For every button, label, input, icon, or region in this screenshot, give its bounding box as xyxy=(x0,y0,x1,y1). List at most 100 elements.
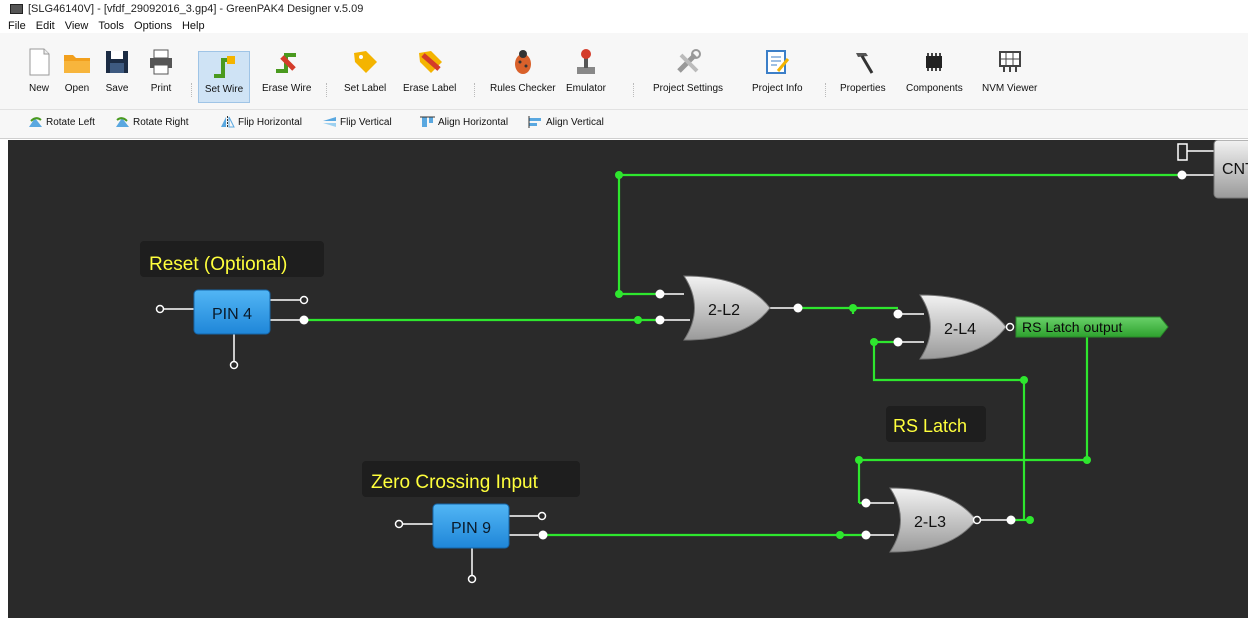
pin4-bottom-port[interactable] xyxy=(229,360,239,370)
menu-edit[interactable]: Edit xyxy=(36,20,55,32)
erase-label-label: Erase Label xyxy=(403,83,457,94)
rotate-left-button[interactable]: Rotate Left xyxy=(28,116,95,128)
project-settings-label: Project Settings xyxy=(653,83,724,94)
document-edit-icon xyxy=(762,47,792,77)
align-vertical-label: Align Vertical xyxy=(546,116,604,128)
cnt-block[interactable]: CNT xyxy=(1177,140,1248,199)
save-button[interactable]: Save xyxy=(102,47,132,94)
hammer-icon xyxy=(848,47,878,77)
pin9-output-port-a[interactable] xyxy=(537,511,547,521)
project-info-label: Project Info xyxy=(752,83,803,94)
print-button[interactable]: Print xyxy=(146,47,176,94)
pin4-output-port-b[interactable] xyxy=(299,315,309,325)
flip-vertical-button[interactable]: Flip Vertical xyxy=(322,116,392,128)
gate-2-l4[interactable]: 2-L4 xyxy=(893,294,1015,360)
save-icon xyxy=(102,47,132,77)
erase-label-button[interactable]: Erase Label xyxy=(403,47,456,94)
components-button[interactable]: Components xyxy=(906,47,963,94)
schematic-svg: PIN 4 PIN 9 2-L2 2-L4 2-L3 RS Latch outp… xyxy=(140,140,1248,584)
project-settings-button[interactable]: Project Settings xyxy=(653,47,723,94)
flip-horizontal-button[interactable]: Flip Horizontal xyxy=(220,116,302,128)
rotate-left-icon xyxy=(29,117,42,127)
pin9-block[interactable]: PIN 9 xyxy=(394,503,548,584)
gate-2-l3-label: 2-L3 xyxy=(914,514,946,531)
nvm-viewer-button[interactable]: NVM Viewer xyxy=(982,47,1037,94)
flip-vertical-label: Flip Vertical xyxy=(340,116,392,128)
menu-file[interactable]: File xyxy=(8,20,26,32)
pin4-label: PIN 4 xyxy=(212,306,252,323)
align-horizontal-button[interactable]: Align Horizontal xyxy=(420,116,508,128)
label-zero-crossing[interactable]: Zero Crossing Input xyxy=(362,461,580,497)
schematic-canvas[interactable]: PIN 4 PIN 9 2-L2 2-L4 2-L3 RS Latch outp… xyxy=(8,140,1248,618)
set-wire-button[interactable]: Set Wire xyxy=(198,51,250,103)
rotate-left-label: Rotate Left xyxy=(46,116,95,128)
gate-2-l3[interactable]: 2-L3 xyxy=(861,487,1016,553)
properties-label: Properties xyxy=(840,83,886,94)
main-toolbar: New Open Save Print Set Wire Erase Wire xyxy=(0,33,1248,110)
label-rs-latch-text: RS Latch xyxy=(893,416,967,436)
emulator-label: Emulator xyxy=(566,83,607,94)
rules-checker-label: Rules Checker xyxy=(490,83,556,94)
align-horizontal-icon xyxy=(420,116,435,127)
joystick-icon xyxy=(571,47,601,77)
nvm-viewer-label: NVM Viewer xyxy=(982,83,1038,94)
set-wire-icon xyxy=(211,54,237,80)
new-button[interactable]: New xyxy=(24,47,54,94)
set-label-label: Set Label xyxy=(344,83,387,94)
new-label: New xyxy=(28,83,49,94)
gate-2-l4-label: 2-L4 xyxy=(944,321,976,338)
menu-bar: File Edit View Tools Options Help xyxy=(0,18,1248,33)
pin4-output-port-a[interactable] xyxy=(299,295,309,305)
rotate-right-label: Rotate Right xyxy=(133,116,189,128)
pin9-label: PIN 9 xyxy=(451,520,491,537)
pin4-input-port[interactable] xyxy=(155,304,165,314)
toolbar-separator xyxy=(326,83,329,97)
gate-2-l2[interactable]: 2-L2 xyxy=(655,275,803,341)
rotate-right-button[interactable]: Rotate Right xyxy=(115,116,189,128)
alignment-toolbar: Rotate Left Rotate Right Flip Horizontal… xyxy=(0,110,1248,139)
emulator-button[interactable]: Emulator xyxy=(566,47,606,94)
project-info-button[interactable]: Project Info xyxy=(752,47,803,94)
menu-view[interactable]: View xyxy=(65,20,89,32)
align-vertical-button[interactable]: Align Vertical xyxy=(528,116,604,128)
menu-options[interactable]: Options xyxy=(134,20,172,32)
set-label-button[interactable]: Set Label xyxy=(344,47,386,94)
output-label-text: RS Latch output xyxy=(1022,319,1123,335)
tools-icon xyxy=(673,47,703,77)
toolbar-separator xyxy=(191,83,194,97)
label-zero-crossing-text: Zero Crossing Input xyxy=(371,472,539,493)
label-reset-text: Reset (Optional) xyxy=(149,254,287,275)
label-rs-latch[interactable]: RS Latch xyxy=(886,406,986,442)
toolbar-separator xyxy=(633,83,636,97)
window-title: [SLG46140V] - [vfdf_29092016_3.gp4] - Gr… xyxy=(28,3,364,15)
wire-feedback-l2[interactable] xyxy=(617,175,660,296)
print-label: Print xyxy=(150,83,172,94)
erase-wire-icon xyxy=(272,47,302,77)
menu-help[interactable]: Help xyxy=(182,20,205,32)
folder-icon xyxy=(62,47,92,77)
bug-icon xyxy=(508,47,538,77)
rs-latch-output-tag[interactable]: RS Latch output xyxy=(1015,316,1169,338)
open-button[interactable]: Open xyxy=(62,47,92,94)
grid-icon xyxy=(995,47,1025,77)
properties-button[interactable]: Properties xyxy=(840,47,886,94)
menu-tools[interactable]: Tools xyxy=(98,20,124,32)
pin9-bottom-port[interactable] xyxy=(467,574,477,584)
gate-2-l2-label: 2-L2 xyxy=(708,302,740,319)
gate-2-l4-output[interactable] xyxy=(1005,322,1015,332)
new-file-icon xyxy=(24,47,54,77)
cnt-label: CNT xyxy=(1222,161,1248,178)
printer-icon xyxy=(146,47,176,77)
pin9-output-port-b[interactable] xyxy=(538,530,548,540)
erase-wire-button[interactable]: Erase Wire xyxy=(262,47,311,94)
pin4-block[interactable]: PIN 4 xyxy=(155,289,309,370)
flip-horizontal-label: Flip Horizontal xyxy=(238,116,302,128)
toolbar-separator xyxy=(474,83,477,97)
label-reset[interactable]: Reset (Optional) xyxy=(140,241,324,277)
save-label: Save xyxy=(105,83,129,94)
rules-checker-button[interactable]: Rules Checker xyxy=(490,47,556,94)
pin9-input-port[interactable] xyxy=(394,519,404,529)
erase-label-icon xyxy=(415,47,445,77)
erase-wire-label: Erase Wire xyxy=(262,83,312,94)
toolbar-separator xyxy=(825,83,828,97)
